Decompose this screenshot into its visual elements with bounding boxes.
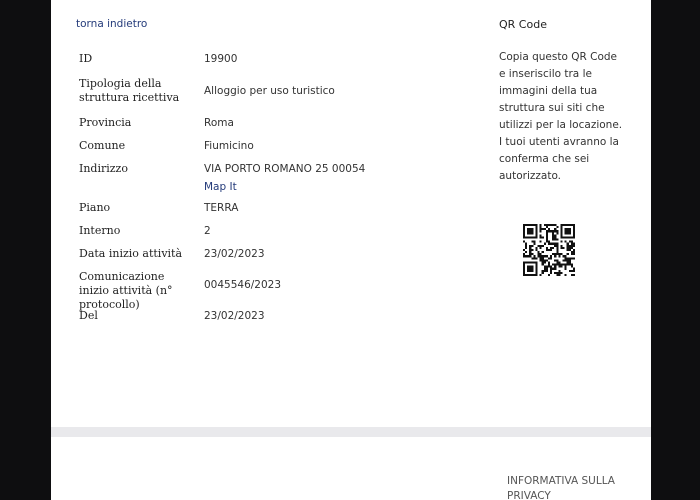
qr-description: Copia questo QR Code e inseriscilo tra l… <box>499 51 623 182</box>
detail-value: 23/02/2023 <box>204 310 265 322</box>
address-value-group: VIA PORTO ROMANO 25 00054 Map It <box>204 162 374 194</box>
detail-page: torna indietro ID 19900 Tipologia della … <box>51 0 651 500</box>
detail-value: 23/02/2023 <box>204 248 265 260</box>
qr-title: QR Code <box>499 18 547 31</box>
detail-label: Data inizio attività <box>79 247 183 260</box>
detail-value: Alloggio per uso turistico <box>204 85 335 97</box>
detail-label: Interno <box>79 224 121 237</box>
detail-label: Provincia <box>79 116 132 129</box>
detail-label: Comunicazione inizio attività (n° protoc… <box>79 270 173 311</box>
detail-label: Tipologia della struttura ricettiva <box>79 77 180 104</box>
detail-value: 0045546/2023 <box>204 279 282 291</box>
detail-label: Piano <box>79 201 111 214</box>
detail-label: Comune <box>79 139 126 152</box>
qr-code-icon <box>523 224 575 276</box>
detail-value: Roma <box>204 117 234 129</box>
privacy-link[interactable]: INFORMATIVA SULLA PRIVACY <box>507 474 627 500</box>
back-link[interactable]: torna indietro <box>76 18 147 30</box>
detail-value: VIA PORTO ROMANO 25 00054 <box>204 163 366 175</box>
detail-label: Del <box>79 309 98 322</box>
detail-label: Indirizzo <box>79 162 128 175</box>
detail-value: 19900 <box>204 53 238 65</box>
detail-value: TERRA <box>204 202 239 214</box>
footer-divider <box>51 427 651 437</box>
map-it-link[interactable]: Map It <box>204 180 374 194</box>
detail-value: Fiumicino <box>204 140 254 152</box>
detail-label: ID <box>79 52 93 65</box>
detail-value: 2 <box>204 225 211 237</box>
